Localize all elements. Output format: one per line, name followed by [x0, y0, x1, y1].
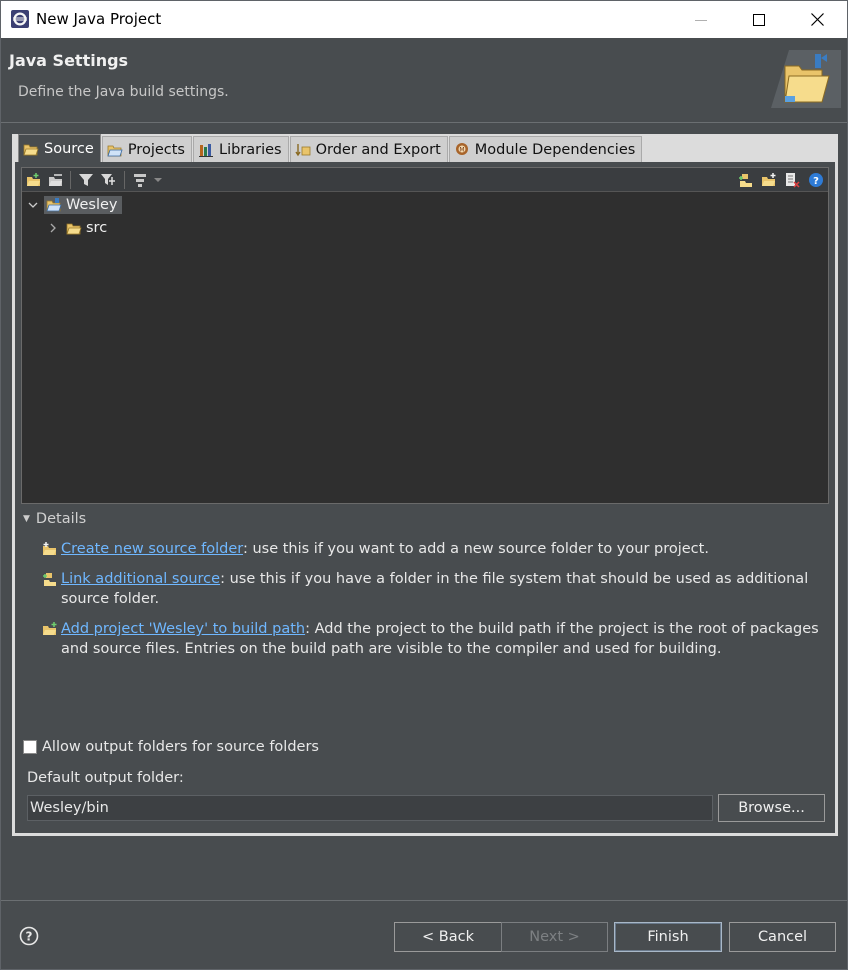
allow-output-folders-label: Allow output folders for source folders: [42, 739, 319, 755]
collapse-all-icon[interactable]: [48, 172, 64, 188]
add-project-to-build-path-link[interactable]: Add project 'Wesley' to build path: [61, 621, 305, 637]
svg-text:M: M: [459, 146, 464, 153]
filter-settings-icon[interactable]: [100, 172, 116, 188]
tab-module-dependencies[interactable]: M Module Dependencies: [448, 136, 643, 162]
page-description: Define the Java build settings.: [18, 84, 229, 100]
tab-bar: Source Projects Libraries Order and Expo…: [18, 134, 643, 162]
close-icon: [810, 13, 824, 26]
tab-label: Projects: [127, 141, 185, 158]
chevron-down-icon: ▼: [23, 514, 30, 524]
svg-text:?: ?: [813, 176, 819, 187]
cancel-button[interactable]: Cancel: [729, 922, 836, 952]
minimize-icon: [695, 19, 707, 21]
tree-node-project-selection: Wesley: [44, 196, 122, 214]
package-folder-icon: [66, 223, 82, 235]
module-icon: M: [455, 142, 468, 155]
new-source-folder-icon: [43, 542, 56, 555]
help-icon[interactable]: ?: [19, 926, 39, 946]
tab-label: Module Dependencies: [474, 141, 636, 158]
remove-entry-icon[interactable]: [784, 172, 800, 188]
chevron-down-icon[interactable]: [152, 172, 164, 188]
source-tree: Wesley src: [22, 193, 828, 503]
tab-label: Order and Export: [315, 141, 441, 158]
new-source-folder-icon[interactable]: [761, 172, 777, 188]
next-button[interactable]: Next >: [501, 922, 608, 952]
link-source-icon[interactable]: [738, 172, 754, 188]
details-toggle[interactable]: ▼ Details: [23, 511, 86, 527]
wizard-header: Java Settings Define the Java build sett…: [1, 38, 847, 122]
svg-text:?: ?: [26, 930, 33, 944]
java-project-icon: [46, 198, 62, 212]
tab-label: Source: [44, 140, 94, 157]
details-heading: Details: [35, 511, 87, 527]
default-output-folder-input[interactable]: [27, 795, 713, 821]
source-tab-page: ? Wesley src ▼ Details Create new source…: [15, 162, 835, 833]
tab-projects[interactable]: Projects: [101, 136, 192, 162]
build-settings-tab-folder: Source Projects Libraries Order and Expo…: [12, 134, 838, 836]
tab-order-and-export[interactable]: Order and Export: [289, 136, 448, 162]
layout-menu-icon[interactable]: [132, 172, 148, 188]
back-button[interactable]: < Back: [394, 922, 502, 952]
tree-node-label: src: [86, 220, 108, 236]
link-additional-source-link[interactable]: Link additional source: [61, 571, 220, 587]
tab-label: Libraries: [218, 141, 282, 158]
default-output-folder-label: Default output folder:: [27, 770, 184, 786]
title-bar: New Java Project: [1, 1, 847, 38]
chevron-down-icon[interactable]: [26, 198, 40, 212]
browse-button[interactable]: Browse...: [718, 794, 825, 822]
minimize-button[interactable]: [672, 1, 730, 38]
maximize-button[interactable]: [730, 1, 788, 38]
tree-node-src[interactable]: src: [46, 217, 107, 239]
projects-icon: [107, 145, 123, 156]
maximize-icon: [753, 13, 765, 26]
detail-link-source: Link additional source: use this if you …: [42, 569, 827, 609]
allow-output-folders-option[interactable]: Allow output folders for source folders: [23, 739, 319, 755]
tree-node-label: Wesley: [66, 197, 118, 213]
footer-separator: [1, 900, 847, 901]
header-separator: [1, 122, 847, 123]
tab-source[interactable]: Source: [18, 134, 101, 162]
tab-libraries[interactable]: Libraries: [192, 136, 289, 162]
window-title: New Java Project: [36, 10, 162, 28]
eclipse-app-icon: [11, 10, 29, 28]
add-to-build-path-icon: [43, 622, 57, 635]
chevron-right-icon[interactable]: [46, 221, 60, 235]
link-source-icon: [43, 573, 56, 586]
page-title: Java Settings: [9, 51, 129, 70]
finish-button[interactable]: Finish: [614, 922, 722, 952]
create-source-folder-link[interactable]: Create new source folder: [61, 541, 243, 557]
new-project-wizard-icon: [771, 50, 841, 108]
source-tree-viewer: ? Wesley src: [21, 167, 829, 504]
toolbar-separator: [70, 171, 71, 189]
detail-add-project: Add project 'Wesley' to build path: Add …: [42, 619, 827, 659]
help-icon[interactable]: ?: [808, 172, 824, 188]
tree-node-project[interactable]: Wesley: [26, 194, 122, 216]
source-toolbar: ?: [22, 168, 828, 192]
new-java-project-window: New Java Project Java Settings Define th…: [0, 0, 848, 970]
source-folder-icon: [23, 144, 39, 155]
close-button[interactable]: [788, 1, 846, 38]
detail-create-folder: Create new source folder: use this if yo…: [42, 539, 827, 559]
filter-icon[interactable]: [78, 172, 94, 188]
allow-output-folders-checkbox[interactable]: [23, 740, 37, 754]
order-export-icon: [295, 143, 311, 156]
detail-text: : use this if you want to add a new sour…: [242, 541, 709, 557]
expand-all-icon[interactable]: [26, 172, 42, 188]
libraries-icon: [198, 143, 213, 157]
toolbar-separator: [124, 171, 125, 189]
